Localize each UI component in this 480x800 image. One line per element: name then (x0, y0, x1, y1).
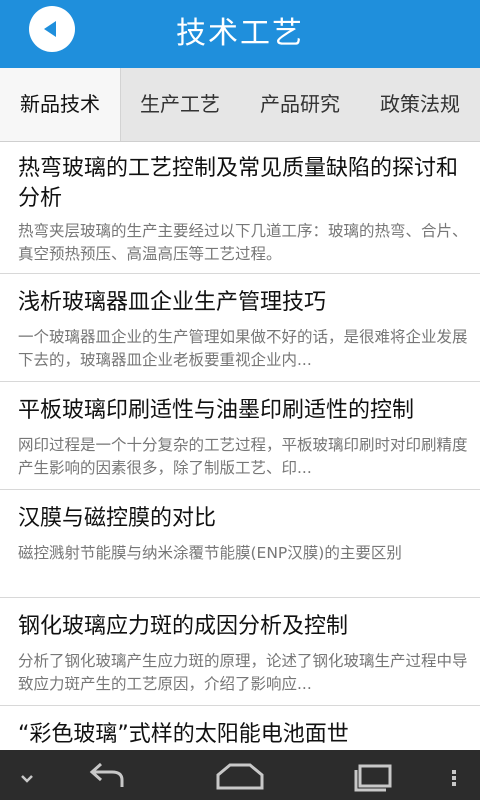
app-header: 技术工艺 (0, 0, 480, 68)
chevron-down-icon[interactable] (14, 750, 40, 800)
home-icon[interactable] (212, 750, 268, 800)
article-summary: 磁控溅射节能膜与纳米涂覆节能膜(ENP汉膜)的主要区别 (18, 544, 402, 562)
tab-bar: 新品技术 生产工艺 产品研究 政策法规 (0, 68, 480, 142)
tab-policy[interactable]: 政策法规 (360, 68, 480, 141)
tab-new-tech[interactable]: 新品技术 (0, 68, 121, 141)
list-item[interactable]: “彩色玻璃”式样的太阳能电池面世 (0, 706, 480, 750)
article-title: 浅析玻璃器皿企业生产管理技巧 (18, 290, 327, 315)
page-title: 技术工艺 (176, 16, 304, 51)
back-icon[interactable] (80, 750, 136, 800)
list-item[interactable]: 汉膜与磁控膜的对比 磁控溅射节能膜与纳米涂覆节能膜(ENP汉膜)的主要区别 (0, 490, 480, 598)
article-summary: 分析了钢化玻璃产生应力斑的原理，论述了钢化玻璃生产过程中导致应力斑产生的工艺原因… (18, 652, 468, 693)
menu-icon[interactable] (452, 770, 456, 786)
article-summary: 一个玻璃器皿企业的生产管理如果做不好的话，是很难将企业发展下去的，玻璃器皿企业老… (18, 328, 468, 369)
article-summary: 热弯夹层玻璃的生产主要经过以下几道工序：玻璃的热弯、合片、真空预热预压、高温高压… (18, 222, 468, 263)
list-item[interactable]: 热弯玻璃的工艺控制及常见质量缺陷的探讨和分析 热弯夹层玻璃的生产主要经过以下几道… (0, 142, 480, 274)
tab-product-research[interactable]: 产品研究 (240, 68, 360, 141)
system-nav-bar (0, 750, 480, 800)
article-title: “彩色玻璃”式样的太阳能电池面世 (18, 722, 349, 747)
list-item[interactable]: 钢化玻璃应力斑的成因分析及控制 分析了钢化玻璃产生应力斑的原理，论述了钢化玻璃生… (0, 598, 480, 706)
tab-production-process[interactable]: 生产工艺 (120, 68, 240, 141)
list-item[interactable]: 平板玻璃印刷适性与油墨印刷适性的控制 网印过程是一个十分复杂的工艺过程，平板玻璃… (0, 382, 480, 490)
list-item[interactable]: 浅析玻璃器皿企业生产管理技巧 一个玻璃器皿企业的生产管理如果做不好的话，是很难将… (0, 274, 480, 382)
article-title: 热弯玻璃的工艺控制及常见质量缺陷的探讨和分析 (18, 156, 459, 211)
article-title: 钢化玻璃应力斑的成因分析及控制 (18, 614, 349, 639)
article-list[interactable]: 热弯玻璃的工艺控制及常见质量缺陷的探讨和分析 热弯夹层玻璃的生产主要经过以下几道… (0, 142, 480, 750)
recent-apps-icon[interactable] (346, 750, 402, 800)
article-summary: 网印过程是一个十分复杂的工艺过程，平板玻璃印刷时对印刷精度产生影响的因素很多，除… (18, 436, 468, 477)
article-title: 平板玻璃印刷适性与油墨印刷适性的控制 (18, 398, 415, 423)
article-title: 汉膜与磁控膜的对比 (18, 506, 217, 531)
